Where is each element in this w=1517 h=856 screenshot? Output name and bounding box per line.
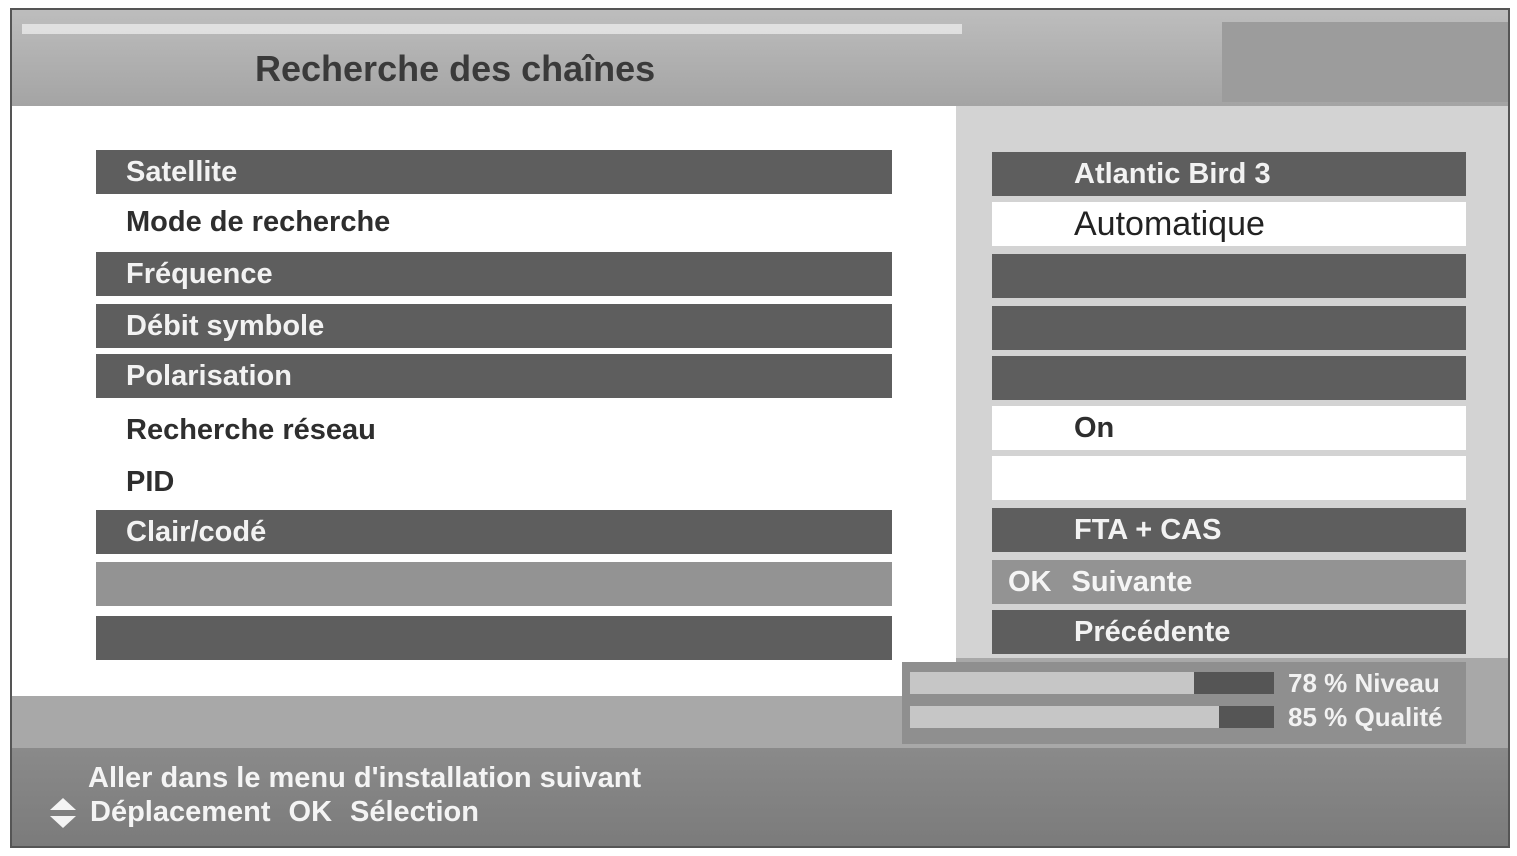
- fta-cas-value[interactable]: FTA + CAS: [992, 508, 1466, 552]
- signal-quality-bar: [910, 706, 1274, 728]
- setting-label: Fréquence: [126, 258, 273, 290]
- setting-label: Mode de recherche: [126, 206, 391, 238]
- next-button[interactable]: OK Suivante: [992, 560, 1466, 604]
- next-button-label: Suivante: [1071, 566, 1193, 598]
- setting-label: Recherche réseau: [126, 414, 376, 446]
- ok-key-hint: OK: [288, 796, 333, 828]
- setting-fta-cas-row[interactable]: Clair/codé: [96, 510, 892, 554]
- previous-button-label: Précédente: [1074, 616, 1231, 648]
- setting-label: Débit symbole: [126, 310, 325, 342]
- search-mode-value[interactable]: Automatique: [992, 202, 1466, 246]
- signal-level-label: 78 % Niveau: [1288, 668, 1440, 698]
- setting-label: Polarisation: [126, 360, 292, 392]
- setting-pid-row[interactable]: PID: [96, 460, 892, 504]
- setting-label: PID: [126, 466, 175, 498]
- select-hint: Sélection: [350, 796, 479, 828]
- page-title: Recherche des chaînes: [255, 48, 656, 89]
- setting-label: Clair/codé: [126, 516, 267, 548]
- ok-key-label: OK: [1008, 566, 1052, 598]
- satellite-value[interactable]: Atlantic Bird 3: [992, 152, 1466, 196]
- help-bar: Aller dans le menu d'installation suivan…: [12, 748, 1508, 846]
- setting-satellite-row[interactable]: Satellite: [96, 150, 892, 194]
- up-down-arrows-icon: [50, 797, 76, 828]
- previous-button[interactable]: Précédente: [992, 610, 1466, 654]
- help-keys: Déplacement OK Sélection: [48, 796, 479, 829]
- setting-polarisation-row[interactable]: Polarisation: [96, 354, 892, 398]
- setting-label: Satellite: [126, 156, 238, 188]
- help-text: Aller dans le menu d'installation suivan…: [88, 762, 642, 794]
- move-hint: Déplacement: [90, 796, 271, 828]
- setting-search-mode-row[interactable]: Mode de recherche: [96, 200, 892, 244]
- title-bar: Recherche des chaînes: [12, 10, 1508, 106]
- empty-row-highlight: [96, 562, 892, 606]
- setting-network-search-row[interactable]: Recherche réseau: [96, 408, 892, 452]
- settings-label-panel: [12, 106, 956, 696]
- signal-level-bar: [910, 672, 1274, 694]
- setting-frequency-row[interactable]: Fréquence: [96, 252, 892, 296]
- setting-symbol-rate-row[interactable]: Débit symbole: [96, 304, 892, 348]
- title-decor-block: [1222, 22, 1508, 102]
- polarisation-value[interactable]: [992, 356, 1466, 400]
- installation-screen: Recherche des chaînes Satellite Mode de …: [10, 8, 1510, 848]
- pid-value[interactable]: [992, 456, 1466, 500]
- symbol-rate-value[interactable]: [992, 306, 1466, 350]
- network-search-value[interactable]: On: [992, 406, 1466, 450]
- signal-quality-label: 85 % Qualité: [1288, 702, 1443, 732]
- empty-row: [96, 616, 892, 660]
- frequency-value[interactable]: [992, 254, 1466, 298]
- signal-meter-panel: 78 % Niveau 85 % Qualité: [902, 662, 1466, 744]
- title-decor-stripe: [22, 24, 962, 34]
- signal-quality-fill: [910, 706, 1220, 728]
- signal-level-fill: [910, 672, 1194, 694]
